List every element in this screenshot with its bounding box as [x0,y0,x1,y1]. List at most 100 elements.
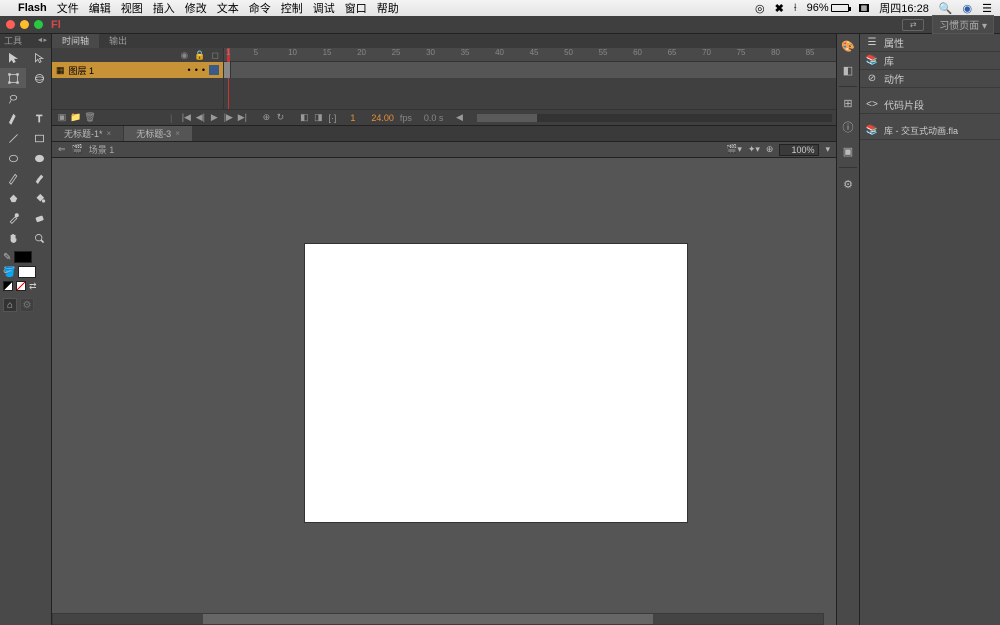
menu-view[interactable]: 视图 [121,0,143,16]
current-frame[interactable]: 1 [350,113,355,123]
step-forward-button[interactable]: |▶ [222,112,234,124]
menu-edit[interactable]: 编辑 [89,0,111,16]
edit-scene-icon[interactable]: 🎬▾ [726,144,742,155]
menu-file[interactable]: 文件 [57,0,79,16]
line-tool[interactable] [0,128,26,148]
zoom-dropdown-icon[interactable]: ▾ [825,144,830,155]
layer-lock-dot[interactable]: • [202,65,205,75]
close-tab-icon[interactable]: × [107,126,112,142]
step-back-button[interactable]: ◀| [194,112,206,124]
battery-indicator[interactable]: 96% [807,2,849,14]
panel-actions[interactable]: ⊘ 动作 [860,70,1000,88]
info-panel-icon[interactable]: ⓘ [840,119,856,135]
workspace-switcher[interactable]: 习惯页面 ▾ [932,15,994,34]
horizontal-scrollbar[interactable] [52,613,824,625]
option-button[interactable]: ⚙ [20,298,34,312]
stroke-color-swatch[interactable] [14,251,32,263]
input-source-icon[interactable]: ▦ [859,4,870,12]
layer-row-1[interactable]: ▦ 图层 1 • • • [52,62,223,78]
panel-code-snippets[interactable]: <> 代码片段 [860,96,1000,114]
edit-multiple-button[interactable]: [·] [326,112,338,124]
fill-color-swatch[interactable] [18,266,36,278]
panel-library[interactable]: 📚 库 [860,52,1000,70]
3d-rotation-tool[interactable] [26,68,52,88]
new-folder-button[interactable]: 📁 [70,112,82,124]
text-tool[interactable]: T [26,108,52,128]
h-scroll-thumb[interactable] [203,614,653,624]
outline-header-icon[interactable]: ◻ [212,50,219,61]
menu-text[interactable]: 文本 [217,0,239,16]
default-colors-button[interactable] [3,281,13,291]
timeline-ruler[interactable]: 1510152025303540455055606570758085909510… [224,48,836,62]
onion-skin-button[interactable]: ◧ [298,112,310,124]
center-stage-icon[interactable]: ⊕ [766,144,774,155]
wifi-icon[interactable]: ⟊ [794,2,797,15]
ink-bottle-tool[interactable] [0,188,26,208]
close-window-button[interactable] [6,20,15,29]
new-layer-button[interactable]: ▣ [56,112,68,124]
cloud-sync-button[interactable]: ⇄ [902,19,924,31]
doc-tab-2[interactable]: 无标题-3 × [124,126,192,141]
free-transform-tool[interactable] [0,68,26,88]
menu-insert[interactable]: 插入 [153,0,175,16]
swap-colors-button[interactable]: ⇄ [29,281,39,291]
sync-cloud-icon[interactable]: ◉ [963,2,973,15]
center-frame-button[interactable]: ⊕ [260,112,272,124]
clock[interactable]: 周四16:28 [879,0,929,16]
no-color-button[interactable] [16,281,26,291]
go-to-last-button[interactable]: ▶| [236,112,248,124]
keyframe-1[interactable] [224,62,231,78]
rectangle-tool[interactable] [26,128,52,148]
lock-header-icon[interactable]: 🔒 [194,50,205,61]
spotlight-icon[interactable]: 🔍 [939,2,953,15]
snap-to-object-button[interactable]: ⌂ [3,298,17,312]
timeline-scroll-left[interactable]: ◀ [453,112,465,124]
transform-panel-icon[interactable]: ▣ [840,143,856,159]
lasso-tool[interactable] [0,88,26,108]
tab-output[interactable]: 输出 [99,34,137,48]
onion-skin-outlines-button[interactable]: ◨ [312,112,324,124]
frame-row-1[interactable] [224,62,836,78]
layer-outline-box[interactable] [209,65,219,75]
frames-column[interactable]: 1510152025303540455055606570758085909510… [224,48,836,109]
pencil-tool[interactable] [0,168,26,188]
align-panel-icon[interactable]: ⊞ [840,95,856,111]
scene-name[interactable]: 场景 1 [89,143,115,156]
eyedropper-tool[interactable] [0,208,26,228]
visibility-header-icon[interactable]: ◉ [180,50,188,61]
sync-status-icon[interactable]: ◎ [755,2,765,15]
tools-panel-header[interactable]: 工具 ◄▸ [0,34,51,48]
zoom-tool[interactable] [26,228,52,248]
stage-area[interactable] [52,158,836,625]
oval-tool[interactable] [0,148,26,168]
loop-button[interactable]: ↻ [274,112,286,124]
subselection-tool[interactable] [26,48,52,68]
go-to-first-button[interactable]: |◀ [180,112,192,124]
notifications-icon[interactable]: ☰ [982,2,992,15]
panel-library-file[interactable]: 📚 库 - 交互式动画.fla [860,122,1000,140]
user-icon[interactable]: ✖ [775,2,784,15]
tab-timeline[interactable]: 时间轴 [52,34,99,48]
fps-value[interactable]: 24.00 [371,113,394,123]
back-arrow-icon[interactable]: ⇐ [58,144,66,155]
eraser-tool[interactable] [26,208,52,228]
play-button[interactable]: ▶ [208,112,220,124]
pen-tool[interactable] [0,108,26,128]
paint-bucket-tool[interactable] [26,188,52,208]
timeline-scrollbar[interactable] [477,114,832,122]
brush-tool[interactable] [26,168,52,188]
app-name[interactable]: Flash [18,2,47,14]
hand-tool[interactable] [0,228,26,248]
panel-properties[interactable]: ☰ 属性 [860,34,1000,52]
menu-control[interactable]: 控制 [281,0,303,16]
layer-visible-dot[interactable]: • [195,65,198,75]
menu-debug[interactable]: 调试 [313,0,335,16]
doc-tab-1[interactable]: 无标题-1* × [52,126,123,141]
close-tab-icon[interactable]: × [175,126,180,142]
minimize-window-button[interactable] [20,20,29,29]
menu-commands[interactable]: 命令 [249,0,271,16]
color-panel-icon[interactable]: ◧ [840,62,856,78]
edit-symbol-icon[interactable]: ✦▾ [748,144,760,155]
menu-help[interactable]: 帮助 [377,0,399,16]
panel-collapse-icon[interactable]: ◄▸ [37,34,47,48]
